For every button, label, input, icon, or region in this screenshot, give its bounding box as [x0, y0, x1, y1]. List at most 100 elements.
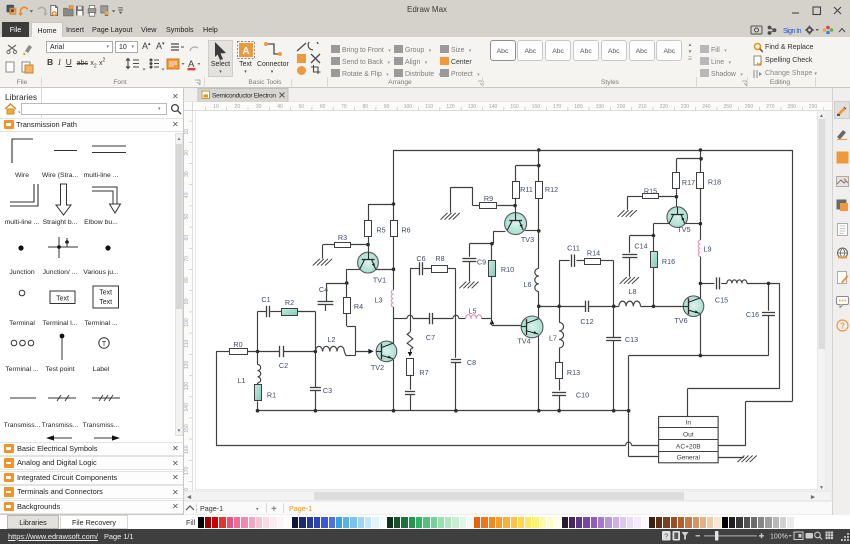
svg-text:150: 150 — [510, 104, 519, 110]
svg-text:30: 30 — [256, 104, 262, 110]
svg-text:L6: L6 — [524, 280, 532, 289]
svg-text:+: + — [271, 504, 277, 515]
svg-text:20: 20 — [235, 104, 241, 110]
svg-text:R5: R5 — [376, 226, 385, 235]
svg-text:▼: ▼ — [819, 485, 824, 491]
svg-text:C11: C11 — [567, 243, 580, 252]
svg-text:140: 140 — [184, 403, 190, 412]
svg-text:C6: C6 — [416, 254, 425, 263]
svg-text:60: 60 — [184, 235, 190, 241]
svg-text:100%: 100% — [770, 534, 788, 541]
svg-text:R18: R18 — [708, 177, 721, 186]
svg-text:40: 40 — [184, 192, 190, 198]
svg-text:C14: C14 — [634, 241, 647, 250]
svg-text:130: 130 — [184, 382, 190, 391]
svg-text:60: 60 — [320, 104, 326, 110]
svg-text:R8: R8 — [435, 254, 444, 263]
svg-text:290: 290 — [809, 104, 818, 110]
svg-text:10: 10 — [213, 104, 219, 110]
svg-text:C1: C1 — [261, 295, 270, 304]
svg-text:C13: C13 — [625, 335, 638, 344]
svg-text:R9: R9 — [484, 194, 493, 203]
svg-text:C8: C8 — [467, 358, 476, 367]
svg-text:20: 20 — [184, 150, 190, 156]
svg-text:40: 40 — [277, 104, 283, 110]
svg-text:R6: R6 — [401, 226, 410, 235]
svg-text:TV3: TV3 — [521, 235, 534, 244]
svg-text:200: 200 — [617, 104, 626, 110]
svg-text:R12: R12 — [545, 185, 558, 194]
svg-text:C7: C7 — [426, 333, 435, 342]
svg-text:R3: R3 — [338, 233, 347, 242]
svg-text:50: 50 — [184, 214, 190, 220]
svg-text:160: 160 — [532, 104, 541, 110]
svg-text:90: 90 — [184, 298, 190, 304]
svg-text:General: General — [677, 455, 701, 462]
svg-text:R2: R2 — [285, 298, 294, 307]
svg-text:150: 150 — [184, 424, 190, 433]
svg-text:C12: C12 — [580, 317, 593, 326]
svg-text:10: 10 — [184, 129, 190, 135]
svg-text:140: 140 — [489, 104, 498, 110]
svg-text:?: ? — [840, 322, 845, 331]
svg-text:100: 100 — [404, 104, 413, 110]
svg-text:50: 50 — [299, 104, 305, 110]
svg-text:L5: L5 — [469, 307, 477, 316]
svg-text:110: 110 — [425, 104, 433, 110]
svg-text:R7: R7 — [419, 368, 428, 377]
svg-text:R14: R14 — [587, 248, 600, 257]
svg-text:L8: L8 — [629, 287, 637, 296]
svg-text:Fill: Fill — [186, 518, 196, 527]
svg-text:210: 210 — [638, 104, 647, 110]
svg-text:R13: R13 — [567, 368, 580, 377]
svg-text:230: 230 — [681, 104, 690, 110]
svg-text:R1: R1 — [267, 391, 276, 400]
svg-text:170: 170 — [184, 467, 190, 476]
svg-text:280: 280 — [787, 104, 796, 110]
svg-text:C3: C3 — [323, 386, 332, 395]
svg-text:Out: Out — [683, 431, 694, 438]
svg-text:L9: L9 — [704, 244, 712, 253]
svg-text:Page-1: Page-1 — [289, 504, 312, 513]
svg-text:TV4: TV4 — [517, 337, 530, 346]
svg-text:100: 100 — [184, 318, 190, 327]
svg-text:260: 260 — [745, 104, 754, 110]
svg-text:L7: L7 — [549, 334, 557, 343]
svg-text:C10: C10 — [576, 391, 589, 400]
svg-text:TV5: TV5 — [677, 225, 690, 234]
svg-text:180: 180 — [574, 104, 583, 110]
svg-text:In: In — [686, 420, 692, 427]
svg-text:TV6: TV6 — [674, 316, 687, 325]
svg-text:70: 70 — [184, 256, 190, 262]
svg-text:80: 80 — [184, 277, 190, 283]
svg-text:190: 190 — [596, 104, 605, 110]
svg-text:120: 120 — [446, 104, 455, 110]
svg-text:70: 70 — [341, 104, 347, 110]
svg-text:L1: L1 — [238, 376, 246, 385]
svg-text:R15: R15 — [644, 186, 657, 195]
svg-text:270: 270 — [766, 104, 775, 110]
svg-text:L3: L3 — [375, 296, 383, 305]
svg-text:TV2: TV2 — [371, 363, 384, 372]
svg-text:170: 170 — [553, 104, 562, 110]
svg-text:R17: R17 — [682, 178, 695, 187]
svg-text:Page-1: Page-1 — [200, 504, 223, 513]
svg-text:▲: ▲ — [819, 113, 824, 119]
svg-text:C4: C4 — [319, 285, 328, 294]
svg-text:R16: R16 — [662, 257, 675, 266]
svg-text:R4: R4 — [354, 302, 363, 311]
svg-text:130: 130 — [468, 104, 477, 110]
svg-text:90: 90 — [384, 104, 390, 110]
svg-text:110: 110 — [184, 340, 190, 348]
svg-text:120: 120 — [184, 361, 190, 370]
svg-text:R10: R10 — [501, 265, 514, 274]
svg-text:R11: R11 — [520, 185, 533, 194]
svg-text:30: 30 — [184, 171, 190, 177]
svg-text:C2: C2 — [279, 361, 288, 370]
svg-text:80: 80 — [362, 104, 368, 110]
svg-text:?: ? — [664, 534, 668, 541]
svg-text:R0: R0 — [233, 340, 242, 349]
svg-text:160: 160 — [184, 445, 190, 454]
svg-text:220: 220 — [660, 104, 669, 110]
svg-text:C15: C15 — [715, 296, 728, 305]
